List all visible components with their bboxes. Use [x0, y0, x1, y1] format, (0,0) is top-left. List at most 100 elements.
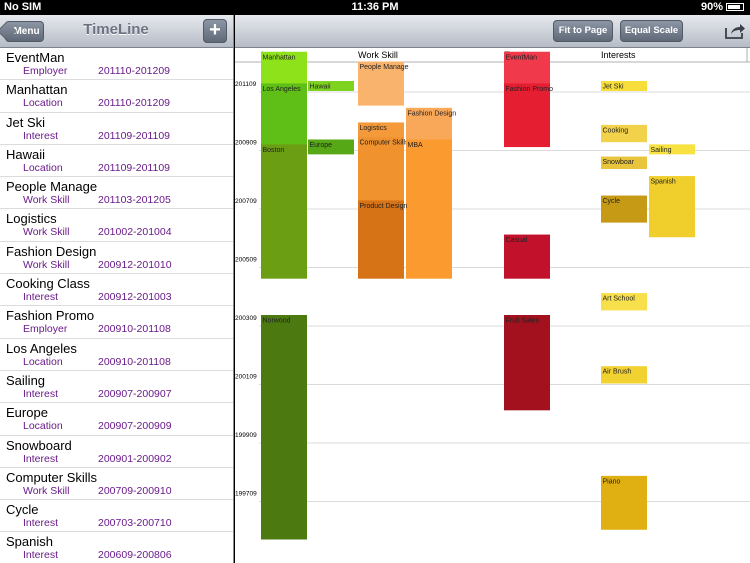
y-tick-label: 200709 — [235, 198, 257, 205]
add-button[interactable]: + — [203, 19, 227, 43]
bar-label: Fashion Design — [408, 110, 457, 117]
timeline-bar[interactable]: EventMan — [504, 51, 550, 89]
item-name: Fashion Promo — [6, 308, 95, 324]
bar-label: Piano — [603, 478, 621, 485]
list-item[interactable]: Cycle Interest 200703-200710 — [0, 500, 233, 533]
timeline-bar[interactable]: Product Design — [358, 200, 408, 279]
list-nav-bar: Menu TimeLine + — [0, 15, 233, 48]
bar-label: Fashion Promo — [506, 86, 554, 93]
bar-label: Product Design — [360, 203, 408, 210]
bar-rect[interactable] — [261, 83, 307, 148]
bar-rect[interactable] — [406, 139, 452, 279]
bar-rect[interactable] — [358, 137, 404, 208]
list-item[interactable]: Fashion Promo Employer 200910-201108 — [0, 306, 233, 339]
item-name: Snowboard — [6, 437, 72, 453]
item-name: Cooking Class — [6, 276, 90, 292]
battery-indicator: 90% — [701, 1, 744, 13]
share-icon[interactable] — [724, 22, 746, 40]
timeline-bar[interactable]: Art School — [601, 293, 647, 311]
bar-label: Art School — [603, 296, 636, 303]
item-dates: 200912-201010 — [98, 258, 172, 271]
timeline-bar[interactable]: Fashion Design — [406, 107, 457, 143]
timeline-bar[interactable]: Spanish — [649, 176, 695, 238]
item-type: Interest — [23, 387, 59, 400]
list-item[interactable]: EventMan Employer 201110-201209 — [0, 48, 233, 81]
item-dates: 201110-201209 — [98, 97, 171, 110]
y-tick-label: 199709 — [235, 491, 257, 498]
timeline-bar[interactable]: Air Brush — [601, 366, 647, 384]
timeline-bar[interactable]: MBA — [406, 139, 452, 279]
bar-label: Los Angeles — [263, 86, 302, 93]
item-name: Logistics — [6, 211, 57, 227]
item-type: Work Skill — [23, 258, 70, 271]
timeline-bar[interactable]: Piano — [601, 475, 647, 530]
timeline-bar[interactable]: Europe — [308, 139, 354, 155]
item-name: Jet Ski — [6, 114, 46, 130]
item-type: Work Skill — [23, 484, 70, 497]
bar-label: Hawaii — [310, 84, 331, 91]
item-type: Interest — [23, 129, 59, 142]
bar-rect[interactable] — [504, 83, 550, 148]
bar-label: Cooking — [603, 127, 629, 134]
bar-rect[interactable] — [358, 200, 404, 279]
timeline-bar[interactable]: Manhattan — [261, 51, 307, 89]
timeline-bar[interactable]: Snowboar — [601, 156, 647, 169]
list-item[interactable]: Sailing Interest 200907-200907 — [0, 371, 233, 404]
item-type: Work Skill — [23, 194, 70, 207]
bar-label: Logistics — [360, 125, 388, 132]
status-bar: No SIM 11:36 PM 90% — [0, 0, 750, 15]
item-type: Location — [23, 355, 63, 368]
y-tick-label: 200109 — [235, 374, 257, 381]
timeline-bar[interactable]: Los Angeles — [261, 83, 307, 148]
item-dates: 200901-200902 — [98, 452, 172, 465]
timeline-bar[interactable]: Computer Skills — [358, 137, 409, 208]
fit-to-page-button[interactable]: Fit to Page — [553, 20, 613, 42]
list-item[interactable]: Jet Ski Interest 201109-201109 — [0, 113, 233, 145]
item-dates: 200910-201108 — [98, 355, 171, 368]
item-dates: 201002-201004 — [98, 226, 172, 239]
bar-label: MBA — [408, 142, 424, 149]
list-title: TimeLine — [83, 21, 149, 38]
equal-scale-button[interactable]: Equal Scale — [620, 20, 683, 42]
timeline-bar[interactable]: Cooking — [601, 124, 647, 143]
bar-rect[interactable] — [504, 315, 550, 411]
list-item[interactable]: Snowboard Interest 200901-200902 — [0, 436, 233, 468]
list-item[interactable]: Logistics Work Skill 201002-201004 — [0, 209, 233, 242]
bar-rect[interactable] — [261, 315, 307, 540]
bar-rect[interactable] — [261, 144, 307, 279]
timeline-bar[interactable]: Sailing — [649, 144, 695, 155]
item-dates: 201109-201109 — [98, 129, 171, 142]
timeline-bar[interactable]: Jet Ski — [601, 81, 647, 91]
timeline-bar[interactable]: People Manage — [358, 61, 409, 106]
timeline-bar[interactable]: Boston — [261, 144, 307, 279]
timeline-bar[interactable]: Norwood — [261, 315, 307, 540]
timeline-bar[interactable]: Hawaii — [308, 81, 354, 91]
timeline-chart-pane: Fit to Page Equal Scale LocationWork Ski… — [235, 15, 750, 563]
list-item[interactable]: Cooking Class Interest 200912-201003 — [0, 274, 233, 307]
item-dates: 200907-200907 — [98, 387, 172, 400]
list-item[interactable]: Computer Skills Work Skill 200709-200910 — [0, 468, 233, 501]
timeline-bar[interactable]: Fruit Sales — [504, 315, 550, 411]
menu-button[interactable]: Menu — [5, 21, 44, 42]
list-item[interactable]: People Manage Work Skill 201103-201205 — [0, 177, 233, 210]
bar-label: Fruit Sales — [506, 318, 540, 325]
item-name: EventMan — [6, 50, 65, 65]
clock: 11:36 PM — [351, 1, 399, 13]
bar-label: Air Brush — [603, 369, 632, 376]
item-name: Europe — [6, 405, 48, 421]
timeline-bar[interactable]: Cycle — [601, 195, 647, 223]
list-item[interactable]: Los Angeles Location 200910-201108 — [0, 339, 233, 371]
bar-label: EventMan — [506, 54, 538, 61]
timeline-list-pane: Menu TimeLine + EventMan Employer 201110-2… — [0, 15, 234, 563]
list-item[interactable]: Spanish Interest 200609-200806 — [0, 532, 233, 563]
item-name: People Manage — [6, 179, 98, 195]
list-item[interactable]: Europe Location 200907-200909 — [0, 403, 233, 436]
item-dates: 200709-200910 — [98, 484, 172, 497]
timeline-bar[interactable]: Fashion Promo — [504, 83, 554, 148]
timeline-bar[interactable]: Casual — [504, 234, 550, 279]
bar-label: Cycle — [603, 198, 621, 205]
list-item[interactable]: Hawaii Location 201109-201109 — [0, 145, 233, 178]
list-item[interactable]: Fashion Design Work Skill 200912-201010 — [0, 242, 233, 275]
timeline-bar[interactable]: Logistics — [358, 122, 404, 138]
list-item[interactable]: Manhattan Location 201110-201209 — [0, 80, 233, 113]
